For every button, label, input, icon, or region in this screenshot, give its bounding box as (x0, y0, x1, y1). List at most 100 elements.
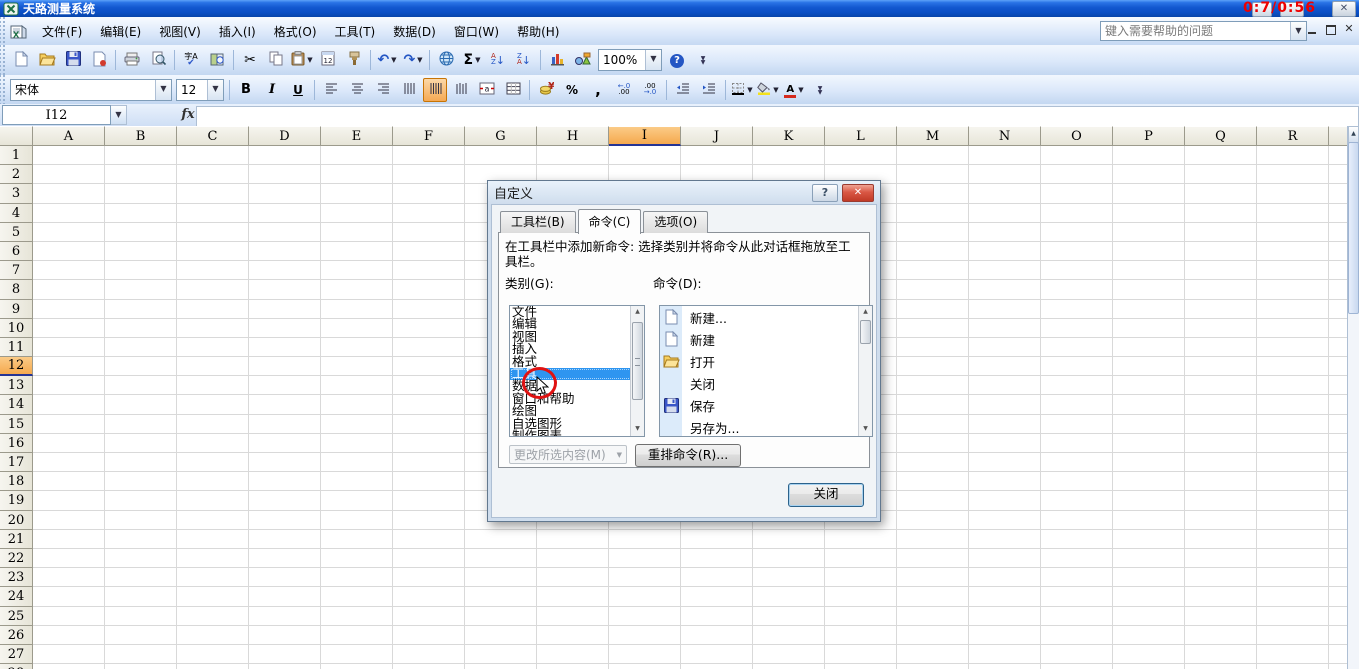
cell-F11[interactable] (393, 337, 465, 358)
cell-Q20[interactable] (1185, 510, 1257, 530)
cell-I26[interactable] (609, 625, 681, 645)
cell-O10[interactable] (1041, 318, 1113, 338)
cell-E1[interactable] (321, 146, 393, 166)
cell-L21[interactable] (825, 529, 897, 549)
cell-E28[interactable] (321, 664, 393, 669)
cell-K1[interactable] (753, 146, 825, 166)
cell-D21[interactable] (249, 529, 321, 549)
cell-C14[interactable] (177, 395, 249, 415)
cell-F19[interactable] (393, 491, 465, 511)
cell-D6[interactable] (249, 241, 321, 262)
cell-N19[interactable] (969, 491, 1041, 511)
row-header-1[interactable]: 1 (0, 146, 33, 166)
cell-E5[interactable] (321, 222, 393, 242)
cell-E15[interactable] (321, 414, 393, 434)
cell-Q23[interactable] (1185, 568, 1257, 588)
rearrange-commands-button[interactable]: 重排命令(R)... (635, 444, 741, 467)
scroll-up-icon[interactable]: ▲ (1348, 126, 1359, 143)
cell-M20[interactable] (897, 510, 969, 530)
drawing-button[interactable] (571, 48, 595, 72)
dialog-close-icon[interactable]: ✕ (842, 183, 874, 202)
overflow-button[interactable]: ▼ ▼ (691, 48, 715, 72)
command-item-保存[interactable]: 保存 (660, 394, 872, 416)
cell-G21[interactable] (465, 529, 537, 549)
cell-R7[interactable] (1257, 261, 1329, 281)
calendar12-button[interactable]: 12 (316, 48, 340, 72)
cell-Q22[interactable] (1185, 548, 1257, 569)
cell-N24[interactable] (969, 587, 1041, 607)
row-header-28[interactable]: 28 (0, 664, 33, 669)
row-header-4[interactable]: 4 (0, 203, 33, 223)
cell-D14[interactable] (249, 395, 321, 415)
cell-O1[interactable] (1041, 146, 1113, 166)
cell-O26[interactable] (1041, 625, 1113, 645)
row-header-3[interactable]: 3 (0, 184, 33, 204)
column-header-M[interactable]: M (897, 126, 969, 146)
cell-M13[interactable] (897, 376, 969, 396)
cell-A18[interactable] (33, 472, 105, 492)
listbox-scrollbar[interactable]: ▲ ▼ (630, 306, 644, 436)
chevron-down-icon[interactable]: ▼ (111, 105, 127, 125)
column-header-Q[interactable]: Q (1185, 126, 1257, 146)
cell-P22[interactable] (1113, 548, 1185, 569)
cell-O22[interactable] (1041, 548, 1113, 569)
chevron-down-icon[interactable]: ▼ (155, 79, 171, 100)
tab-选项[interactable]: 选项(O) (643, 211, 709, 233)
cell-P17[interactable] (1113, 453, 1185, 473)
commands-listbox[interactable]: ▲ ▼ 新建... 新建 打开 关闭 保存 另存为... (659, 305, 873, 437)
cell-J23[interactable] (681, 568, 753, 588)
scroll-up-icon[interactable]: ▲ (631, 306, 644, 319)
cell-M21[interactable] (897, 529, 969, 549)
help-search-box[interactable]: ▼ (1100, 21, 1307, 41)
cell-N25[interactable] (969, 606, 1041, 626)
cell-F17[interactable] (393, 453, 465, 473)
cell-P13[interactable] (1113, 376, 1185, 396)
cell-E9[interactable] (321, 299, 393, 319)
cell-C19[interactable] (177, 491, 249, 511)
cell-N2[interactable] (969, 165, 1041, 185)
cell-N13[interactable] (969, 376, 1041, 396)
cell-F24[interactable] (393, 587, 465, 607)
vbars3-button[interactable] (449, 78, 473, 102)
column-header-I[interactable]: I (609, 126, 681, 146)
cell-A14[interactable] (33, 395, 105, 415)
cell-E24[interactable] (321, 587, 393, 607)
cell-G27[interactable] (465, 644, 537, 665)
cell-P5[interactable] (1113, 222, 1185, 242)
cell-R11[interactable] (1257, 337, 1329, 358)
cell-O14[interactable] (1041, 395, 1113, 415)
cell-Q12[interactable] (1185, 357, 1257, 377)
cell-C11[interactable] (177, 337, 249, 358)
cell-H27[interactable] (537, 644, 609, 665)
cell-M14[interactable] (897, 395, 969, 415)
cell-C21[interactable] (177, 529, 249, 549)
chevron-down-icon[interactable]: ▼ (417, 56, 422, 64)
cell-N10[interactable] (969, 318, 1041, 338)
cell-L26[interactable] (825, 625, 897, 645)
cell-R4[interactable] (1257, 203, 1329, 223)
cell-B15[interactable] (105, 414, 177, 434)
cell-R24[interactable] (1257, 587, 1329, 607)
cell-M4[interactable] (897, 203, 969, 223)
cell-C24[interactable] (177, 587, 249, 607)
scrollbar-thumb[interactable] (1348, 142, 1359, 314)
cell-D12[interactable] (249, 357, 321, 377)
tab-工具栏[interactable]: 工具栏(B) (500, 211, 576, 233)
cell-P25[interactable] (1113, 606, 1185, 626)
borders-button[interactable]: ▼ (730, 78, 754, 102)
cell-A13[interactable] (33, 376, 105, 396)
align-center-button[interactable] (345, 78, 369, 102)
cell-H21[interactable] (537, 529, 609, 549)
cell-I27[interactable] (609, 644, 681, 665)
cell-Q11[interactable] (1185, 337, 1257, 358)
row-header-6[interactable]: 6 (0, 241, 33, 262)
cell-C12[interactable] (177, 357, 249, 377)
underline-button[interactable]: U (286, 78, 310, 102)
cell-B6[interactable] (105, 241, 177, 262)
cell-A28[interactable] (33, 664, 105, 669)
cell-O20[interactable] (1041, 510, 1113, 530)
cell-Q21[interactable] (1185, 529, 1257, 549)
column-header-B[interactable]: B (105, 126, 177, 146)
cell-M15[interactable] (897, 414, 969, 434)
cell-F23[interactable] (393, 568, 465, 588)
